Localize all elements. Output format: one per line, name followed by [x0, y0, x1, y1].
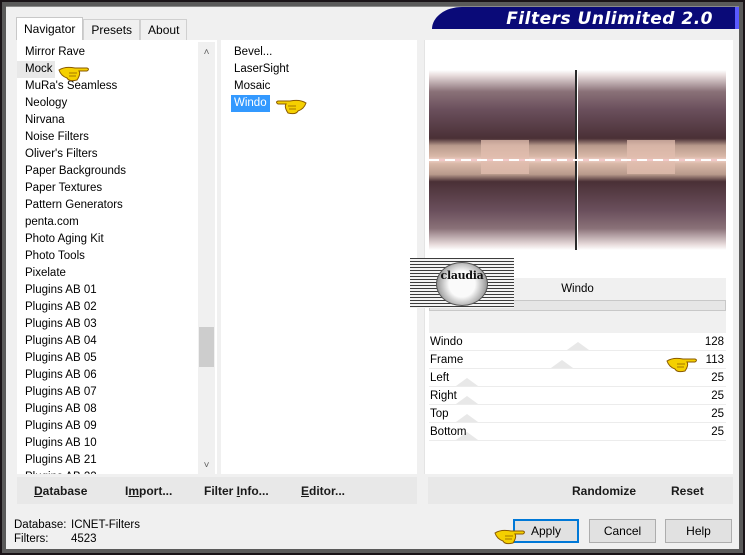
import-button[interactable]: Import... — [125, 484, 172, 498]
filter-item[interactable]: Mosaic — [231, 78, 292, 95]
category-item[interactable]: Plugins AB 06 — [17, 367, 197, 384]
category-item[interactable]: Noise Filters — [17, 129, 197, 146]
category-item[interactable]: Mirror Rave — [17, 44, 197, 61]
editor-button[interactable]: Editor... — [301, 484, 345, 498]
pointing-hand-icon — [276, 99, 307, 115]
right-toolbar: Randomize Reset — [428, 477, 733, 504]
category-item[interactable]: Plugins AB 03 — [17, 316, 197, 333]
parameter-label: Frame — [430, 354, 464, 366]
status-area: Database: ICNET-Filters Filters: 4523 — [14, 518, 140, 546]
chevron-down-icon[interactable]: ˅ — [198, 457, 215, 474]
filters-count-value: 4523 — [71, 533, 97, 545]
category-item[interactable]: Plugins AB 05 — [17, 350, 197, 367]
filter-item[interactable]: LaserSight — [231, 61, 292, 78]
parameter-sliders: Windo 128 Frame 113 Left 25 Right 25 Top 25 Bottom… — [429, 333, 726, 441]
parameter-value: 128 — [704, 336, 724, 348]
watermark-logo: claudia — [436, 262, 488, 306]
filter-list[interactable]: Bevel... LaserSight Mosaic Windo — [221, 40, 417, 474]
parameter-label: Right — [430, 390, 457, 402]
reset-button[interactable]: Reset — [671, 484, 704, 498]
chevron-up-icon[interactable]: ˄ — [198, 44, 215, 61]
parameter-slider-windo[interactable]: Windo 128 — [429, 333, 726, 351]
tab-navigator[interactable]: Navigator — [16, 17, 84, 40]
category-item[interactable]: Neology — [17, 95, 197, 112]
parameter-label: Left — [430, 372, 450, 384]
filter-info-button[interactable]: Filter Info... — [204, 484, 269, 498]
database-label: Database: — [14, 519, 67, 531]
parameter-slider-top[interactable]: Top 25 — [429, 405, 726, 423]
category-item[interactable]: Paper Backgrounds — [17, 163, 197, 180]
watermark-text: claudia — [440, 269, 484, 282]
category-item[interactable]: Plugins AB 07 — [17, 384, 197, 401]
slider-thumb[interactable] — [455, 396, 478, 404]
parameter-slider-right[interactable]: Right 25 — [429, 387, 726, 405]
preview-highlight-block — [481, 140, 529, 174]
title-banner: Filters Unlimited 2.0 — [432, 7, 739, 29]
category-items: Mirror Rave Mock MuRa's Seamless Neology Nir… — [17, 44, 197, 474]
filter-item[interactable]: Windo — [231, 95, 270, 112]
app-title: Filters Unlimited 2.0 — [506, 9, 713, 29]
database-button[interactable]: Database — [34, 484, 87, 498]
filters-count-label: Filters: — [14, 533, 49, 545]
parameter-value: 113 — [705, 354, 724, 366]
tab-bar: Navigator Presets About — [16, 17, 188, 40]
category-list[interactable]: Mirror Rave Mock MuRa's Seamless Neology Nir… — [17, 40, 217, 474]
help-button[interactable]: Help — [665, 519, 732, 543]
slider-thumb[interactable] — [550, 360, 573, 368]
preview-dashed-line — [429, 159, 726, 161]
database-value: ICNET-Filters — [71, 519, 140, 531]
parameter-label: Windo — [430, 336, 463, 348]
category-item[interactable]: Plugins AB 09 — [17, 418, 197, 435]
category-item[interactable]: Mock — [17, 61, 56, 78]
claudia-watermark: claudia — [410, 258, 514, 308]
category-item[interactable]: Oliver's Filters — [17, 146, 197, 163]
filter-item[interactable]: Bevel... — [231, 44, 292, 61]
scroll-thumb[interactable] — [199, 327, 214, 368]
parameter-value: 25 — [711, 390, 724, 402]
parameter-slider-bottom[interactable]: Bottom 25 — [429, 423, 726, 441]
category-item[interactable]: Pixelate — [17, 265, 197, 282]
parameter-value: 25 — [711, 372, 724, 384]
left-toolbar: Database Import... Filter Info... Editor… — [17, 477, 417, 504]
cancel-button[interactable]: Cancel — [589, 519, 656, 543]
randomize-button[interactable]: Randomize — [572, 484, 636, 498]
category-item[interactable]: Plugins AB 01 — [17, 282, 197, 299]
category-item[interactable]: Pattern Generators — [17, 197, 197, 214]
parameter-value: 25 — [711, 426, 724, 438]
category-item[interactable]: Photo Aging Kit — [17, 231, 197, 248]
category-item[interactable]: Plugins AB 02 — [17, 299, 197, 316]
category-item[interactable]: MuRa's Seamless — [17, 78, 197, 95]
parameter-label: Bottom — [430, 426, 467, 438]
pointing-hand-icon — [666, 357, 697, 373]
category-item[interactable]: Plugins AB 21 — [17, 452, 197, 469]
category-item[interactable]: Plugins AB 22 — [17, 469, 197, 474]
pointing-hand-icon — [494, 529, 525, 545]
category-item[interactable]: Photo Tools — [17, 248, 197, 265]
preview-separator — [429, 311, 726, 333]
category-item[interactable]: Nirvana — [17, 112, 197, 129]
parameter-label: Top — [430, 408, 449, 420]
preview-highlight-block — [627, 140, 675, 174]
tab-about[interactable]: About — [140, 19, 188, 40]
slider-thumb[interactable] — [567, 342, 590, 350]
pointing-hand-icon — [58, 66, 89, 82]
category-item[interactable]: Plugins AB 08 — [17, 401, 197, 418]
tab-presets[interactable]: Presets — [83, 19, 141, 40]
parameter-value: 25 — [711, 408, 724, 420]
category-item[interactable]: Plugins AB 10 — [17, 435, 197, 452]
category-item[interactable]: Plugins AB 04 — [17, 333, 197, 350]
banner-edge — [735, 7, 739, 29]
category-item[interactable]: penta.com — [17, 214, 197, 231]
category-scrollbar[interactable]: ˄ ˅ — [198, 42, 215, 474]
slider-thumb[interactable] — [455, 414, 478, 422]
slider-thumb[interactable] — [455, 378, 478, 386]
category-item[interactable]: Paper Textures — [17, 180, 197, 197]
